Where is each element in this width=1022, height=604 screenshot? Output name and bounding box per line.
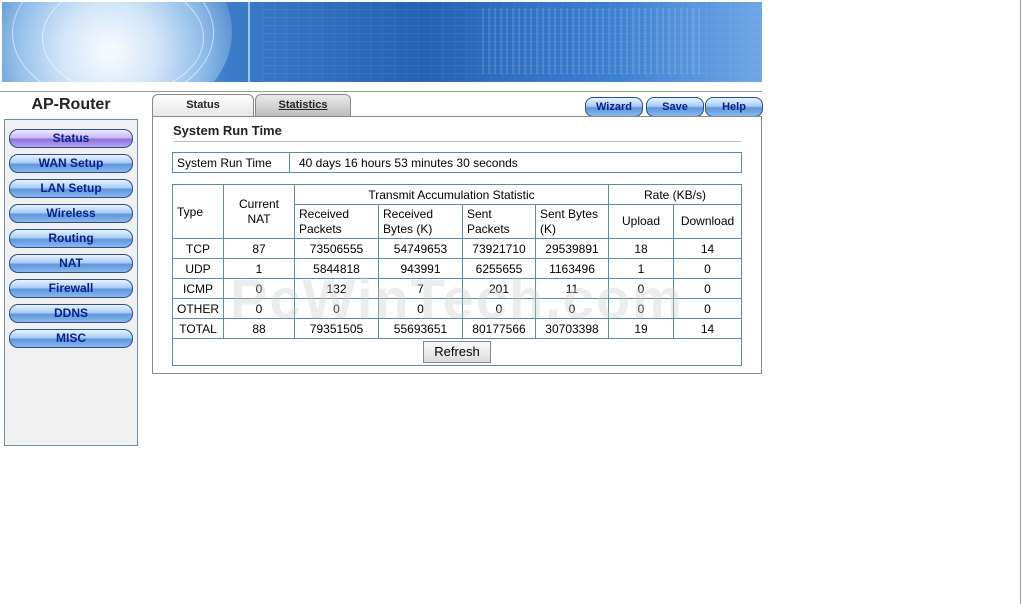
col-download: Download <box>673 204 742 239</box>
help-button[interactable]: Help <box>705 97 763 117</box>
cell-received-packets: 132 <box>294 278 379 299</box>
brand-title: AP-Router <box>31 96 111 113</box>
cell-received-packets: 5844818 <box>294 258 379 279</box>
cell-upload: 19 <box>608 318 674 339</box>
header-rule <box>0 91 762 92</box>
refresh-cell: Refresh <box>172 338 742 366</box>
cell-download: 14 <box>673 318 742 339</box>
col-sent-packets: Sent Packets <box>462 204 536 239</box>
cell-received-packets: 79351505 <box>294 318 379 339</box>
col-received-packets: Received Packets <box>294 204 379 239</box>
cell-sent-bytes: 0 <box>535 298 609 319</box>
cell-sent-packets: 201 <box>462 278 536 299</box>
cell-download: 14 <box>673 238 742 259</box>
cell-type: TOTAL <box>172 318 224 339</box>
cell-received-bytes: 0 <box>378 298 463 319</box>
cell-download: 0 <box>673 298 742 319</box>
cell-nat: 0 <box>223 278 295 299</box>
cell-download: 0 <box>673 258 742 279</box>
table-header-row: Type Current NAT Transmit Accumulation S… <box>172 184 742 239</box>
col-upload: Upload <box>608 204 674 239</box>
cell-received-bytes: 54749653 <box>378 238 463 259</box>
sidebar-item-status[interactable]: Status <box>9 129 133 148</box>
col-type: Type <box>172 184 224 239</box>
wizard-button[interactable]: Wizard <box>585 97 643 117</box>
table-row: OTHER 0 0 0 0 0 0 0 <box>172 298 742 319</box>
cell-download: 0 <box>673 278 742 299</box>
save-button[interactable]: Save <box>646 97 704 117</box>
sidebar-item-misc[interactable]: MISC <box>9 329 133 348</box>
sidebar: Status WAN Setup LAN Setup Wireless Rout… <box>4 119 138 446</box>
banner-dots <box>482 8 702 74</box>
section-divider <box>173 141 741 142</box>
cell-sent-packets: 6255655 <box>462 258 536 279</box>
cell-received-bytes: 943991 <box>378 258 463 279</box>
header-banner <box>2 2 762 82</box>
col-current-nat: Current NAT <box>223 184 295 239</box>
section-title: System Run Time <box>173 123 282 138</box>
cell-received-packets: 0 <box>294 298 379 319</box>
col-received-bytes: Received Bytes (K) <box>378 204 463 239</box>
statistics-table: Type Current NAT Transmit Accumulation S… <box>172 184 742 366</box>
content-panel: System Run Time System Run Time 40 days … <box>152 116 762 374</box>
window-edge <box>1020 0 1021 604</box>
cell-upload: 1 <box>608 258 674 279</box>
tab-status[interactable]: Status <box>152 94 254 116</box>
tab-statistics[interactable]: Statistics <box>255 94 351 116</box>
refresh-button[interactable]: Refresh <box>423 341 491 363</box>
cell-upload: 0 <box>608 278 674 299</box>
sidebar-item-wan-setup[interactable]: WAN Setup <box>9 154 133 173</box>
cell-nat: 1 <box>223 258 295 279</box>
refresh-row: Refresh <box>172 338 742 366</box>
cell-type: TCP <box>172 238 224 259</box>
col-group-rate: Rate (KB/s) <box>608 184 742 205</box>
runtime-label: System Run Time <box>172 152 290 173</box>
cell-nat: 88 <box>223 318 295 339</box>
sidebar-item-wireless[interactable]: Wireless <box>9 204 133 223</box>
cell-received-bytes: 55693651 <box>378 318 463 339</box>
cell-nat: 0 <box>223 298 295 319</box>
cell-type: OTHER <box>172 298 224 319</box>
cell-type: UDP <box>172 258 224 279</box>
cell-sent-bytes: 1163496 <box>535 258 609 279</box>
cell-sent-packets: 0 <box>462 298 536 319</box>
col-sent-bytes: Sent Bytes (K) <box>535 204 609 239</box>
col-group-transmit: Transmit Accumulation Statistic <box>294 184 609 205</box>
cell-sent-bytes: 30703398 <box>535 318 609 339</box>
cell-sent-bytes: 11 <box>535 278 609 299</box>
cell-received-bytes: 7 <box>378 278 463 299</box>
table-row: UDP 1 5844818 943991 6255655 1163496 1 0 <box>172 258 742 279</box>
globe-orbit-line <box>42 2 204 82</box>
sidebar-item-lan-setup[interactable]: LAN Setup <box>9 179 133 198</box>
cell-received-packets: 73506555 <box>294 238 379 259</box>
cell-type: ICMP <box>172 278 224 299</box>
runtime-table: System Run Time 40 days 16 hours 53 minu… <box>172 152 742 173</box>
sidebar-item-nat[interactable]: NAT <box>9 254 133 273</box>
table-row: TCP 87 73506555 54749653 73921710 295398… <box>172 238 742 259</box>
sidebar-item-firewall[interactable]: Firewall <box>9 279 133 298</box>
sidebar-item-ddns[interactable]: DDNS <box>9 304 133 323</box>
cell-nat: 87 <box>223 238 295 259</box>
cell-sent-packets: 80177566 <box>462 318 536 339</box>
cell-upload: 18 <box>608 238 674 259</box>
sidebar-item-routing[interactable]: Routing <box>9 229 133 248</box>
table-row-total: TOTAL 88 79351505 55693651 80177566 3070… <box>172 318 742 339</box>
runtime-value: 40 days 16 hours 53 minutes 30 seconds <box>289 152 742 173</box>
banner-divider <box>248 2 250 82</box>
cell-sent-bytes: 29539891 <box>535 238 609 259</box>
table-row: ICMP 0 132 7 201 11 0 0 <box>172 278 742 299</box>
cell-upload: 0 <box>608 298 674 319</box>
cell-sent-packets: 73921710 <box>462 238 536 259</box>
